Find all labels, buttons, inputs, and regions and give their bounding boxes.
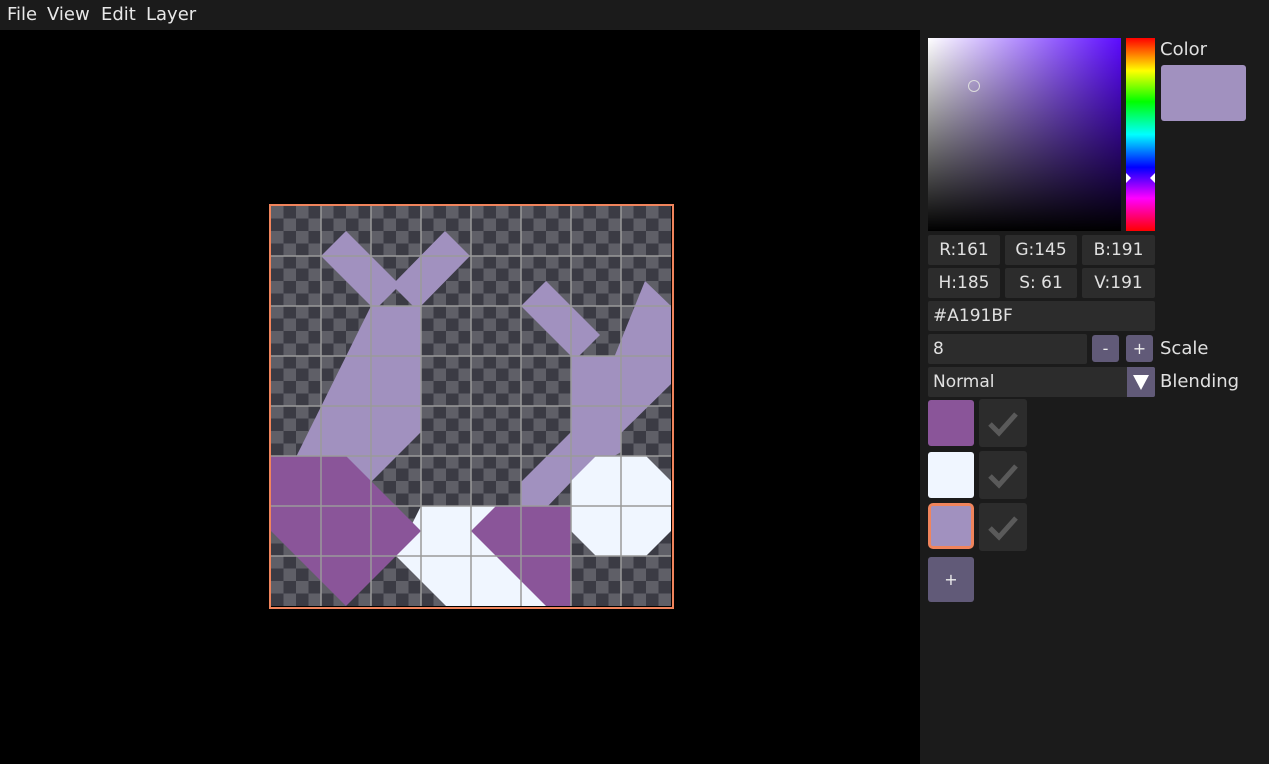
layer-swatch-white[interactable] bbox=[928, 452, 974, 498]
checkmark-icon bbox=[988, 464, 1018, 489]
blue-field[interactable]: B:191 bbox=[1082, 235, 1155, 265]
scale-decrease-button[interactable]: - bbox=[1092, 335, 1119, 362]
pixel-canvas[interactable] bbox=[269, 204, 674, 609]
blending-select[interactable]: Normal bbox=[928, 367, 1155, 397]
green-field[interactable]: G:145 bbox=[1005, 235, 1077, 265]
checkmark-icon bbox=[988, 516, 1018, 541]
color-label: Color bbox=[1160, 39, 1207, 60]
add-layer-button[interactable]: + bbox=[928, 557, 974, 602]
hue-marker-icon[interactable] bbox=[1126, 172, 1155, 184]
chevron-down-icon bbox=[1133, 375, 1149, 390]
scale-label: Scale bbox=[1160, 338, 1209, 359]
menu-view[interactable]: View bbox=[47, 4, 90, 26]
menu-edit[interactable]: Edit bbox=[101, 4, 136, 26]
layer-visibility-toggle[interactable] bbox=[979, 399, 1027, 447]
side-panel: Color R:161 G:145 B:191 H:185 S: 61 V:19… bbox=[920, 30, 1269, 764]
saturation-value-picker[interactable] bbox=[928, 38, 1121, 231]
picker-cursor[interactable] bbox=[968, 80, 980, 92]
layer-swatch-purple[interactable] bbox=[928, 400, 974, 446]
hue-field[interactable]: H:185 bbox=[928, 268, 1000, 298]
blending-dropdown-button[interactable] bbox=[1127, 367, 1155, 397]
hex-input[interactable]: #A191BF bbox=[928, 301, 1155, 331]
layer-visibility-toggle[interactable] bbox=[979, 451, 1027, 499]
hue-slider[interactable] bbox=[1126, 38, 1155, 231]
scale-increase-button[interactable]: + bbox=[1126, 335, 1153, 362]
layer-swatch-lavender-selected[interactable] bbox=[928, 503, 974, 549]
scale-input[interactable]: 8 bbox=[928, 334, 1087, 364]
canvas-area[interactable] bbox=[0, 30, 920, 764]
current-color-swatch bbox=[1161, 65, 1246, 121]
layer-visibility-toggle[interactable] bbox=[979, 503, 1027, 551]
blending-label: Blending bbox=[1160, 371, 1240, 392]
menu-layer[interactable]: Layer bbox=[146, 4, 196, 26]
saturation-field[interactable]: S: 61 bbox=[1005, 268, 1077, 298]
checkmark-icon bbox=[988, 412, 1018, 437]
red-field[interactable]: R:161 bbox=[928, 235, 1000, 265]
menu-bar: File View Edit Layer bbox=[0, 0, 1269, 30]
menu-file[interactable]: File bbox=[7, 4, 37, 26]
value-field[interactable]: V:191 bbox=[1082, 268, 1155, 298]
